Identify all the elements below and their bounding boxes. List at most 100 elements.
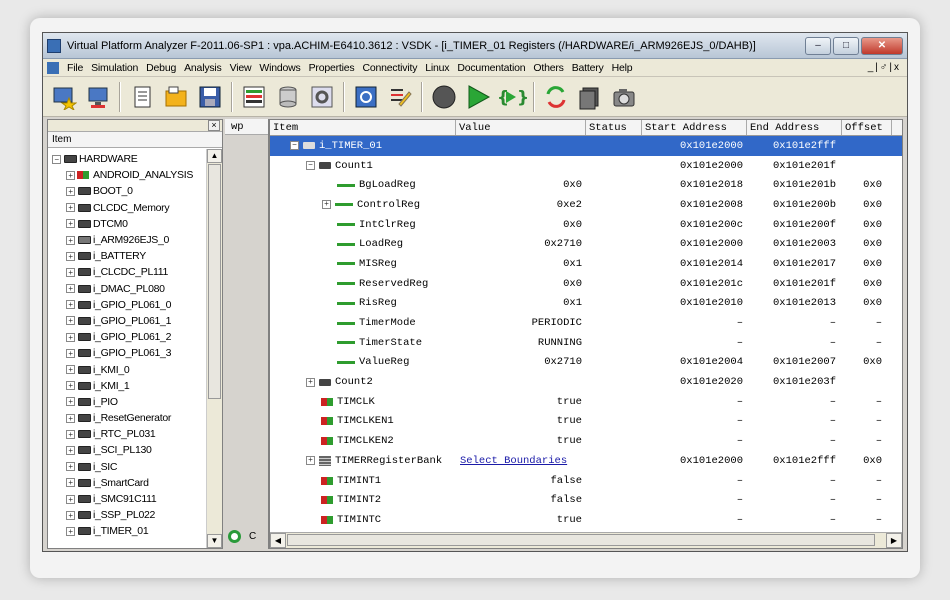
tree-scrollbar[interactable]: ▲ ▼ bbox=[206, 149, 222, 548]
table-row[interactable]: TIMINT2 false – – – bbox=[270, 490, 902, 510]
column-header-item[interactable]: Item bbox=[270, 120, 456, 135]
table-row[interactable]: − Count1 0x101e2000 0x101e201f bbox=[270, 156, 902, 176]
tree-item[interactable]: + DTCM0 bbox=[48, 216, 206, 232]
tree-item[interactable]: + i_DMAC_PL080 bbox=[48, 281, 206, 297]
tree-item[interactable]: + CLCDC_Memory bbox=[48, 200, 206, 216]
item-column-header[interactable]: Item bbox=[48, 132, 222, 148]
tree-item[interactable]: + i_PIO bbox=[48, 394, 206, 410]
menu-properties[interactable]: Properties bbox=[305, 62, 359, 74]
menu-battery[interactable]: Battery bbox=[568, 62, 608, 74]
tree-item[interactable]: + i_GPIO_PL061_0 bbox=[48, 297, 206, 313]
scroll-thumb[interactable] bbox=[208, 164, 221, 399]
expand-icon[interactable]: + bbox=[66, 251, 75, 261]
expand-icon[interactable]: + bbox=[66, 397, 75, 407]
expand-icon[interactable]: + bbox=[66, 267, 75, 277]
expand-icon[interactable]: + bbox=[66, 510, 75, 520]
table-row[interactable]: RisReg 0x1 0x101e2010 0x101e2013 0x0 bbox=[270, 294, 902, 314]
menu-others[interactable]: Others bbox=[529, 62, 567, 74]
column-header-status[interactable]: Status bbox=[586, 120, 642, 135]
favorites-icon[interactable] bbox=[49, 82, 79, 112]
expand-icon[interactable]: + bbox=[66, 478, 75, 488]
tree-item[interactable]: + i_KMI_1 bbox=[48, 378, 206, 394]
menu-connectivity[interactable]: Connectivity bbox=[358, 62, 421, 74]
expand-icon[interactable]: + bbox=[66, 365, 75, 375]
scroll-left-arrow[interactable]: ◀ bbox=[270, 533, 286, 548]
column-header-end-address[interactable]: End Address bbox=[747, 120, 842, 135]
expand-icon[interactable]: + bbox=[66, 445, 75, 455]
layers-icon[interactable] bbox=[575, 82, 605, 112]
status-ring-icon[interactable] bbox=[228, 530, 241, 543]
expand-icon[interactable]: + bbox=[66, 348, 75, 358]
menu-linux[interactable]: Linux bbox=[421, 62, 453, 74]
column-header-offset[interactable]: Offset bbox=[842, 120, 892, 135]
table-row[interactable]: TIMINTC true – – – bbox=[270, 510, 902, 530]
menu-documentation[interactable]: Documentation bbox=[453, 62, 529, 74]
open-folder-icon[interactable] bbox=[161, 82, 191, 112]
menu-file[interactable]: File bbox=[63, 62, 87, 74]
layout-icon[interactable] bbox=[239, 82, 269, 112]
tree-item[interactable]: + i_GPIO_PL061_2 bbox=[48, 329, 206, 345]
tree-item[interactable]: + i_SSP_PL022 bbox=[48, 507, 206, 523]
network-icon[interactable] bbox=[83, 82, 113, 112]
expand-icon[interactable]: + bbox=[306, 456, 315, 466]
table-row[interactable]: BgLoadReg 0x0 0x101e2018 0x101e201b 0x0 bbox=[270, 175, 902, 195]
table-row[interactable]: IntClrReg 0x0 0x101e200c 0x101e200f 0x0 bbox=[270, 215, 902, 235]
expand-icon[interactable]: + bbox=[66, 494, 75, 504]
minimize-button[interactable]: – bbox=[805, 36, 831, 55]
menu-analysis[interactable]: Analysis bbox=[180, 62, 226, 74]
sync-icon[interactable] bbox=[541, 82, 571, 112]
database-icon[interactable] bbox=[273, 82, 303, 112]
table-row[interactable]: + TIMERRegisterBank Select Boundaries 0x101… bbox=[270, 451, 902, 471]
expand-icon[interactable]: + bbox=[306, 377, 315, 387]
menu-debug[interactable]: Debug bbox=[142, 62, 180, 74]
expand-icon[interactable]: + bbox=[66, 235, 75, 245]
expand-icon[interactable]: + bbox=[66, 413, 75, 423]
tree-item[interactable]: + i_SCI_PL130 bbox=[48, 442, 206, 458]
expand-icon[interactable]: + bbox=[66, 332, 75, 342]
tree-item[interactable]: + BOOT_0 bbox=[48, 183, 206, 199]
menu-view[interactable]: View bbox=[226, 62, 256, 74]
document-menu-icon[interactable] bbox=[47, 61, 59, 74]
close-panel-button[interactable]: × bbox=[208, 120, 220, 131]
tree-item[interactable]: + i_CLCDC_PL111 bbox=[48, 264, 206, 280]
table-row[interactable]: − i_TIMER_01 0x101e2000 0x101e2fff bbox=[270, 136, 902, 156]
table-row[interactable]: TIMCLK true – – – bbox=[270, 392, 902, 412]
tree-item[interactable]: + i_ResetGenerator bbox=[48, 410, 206, 426]
expand-icon[interactable]: + bbox=[66, 429, 75, 439]
collapse-icon[interactable]: − bbox=[306, 161, 315, 171]
tree-item[interactable]: + i_SmartCard bbox=[48, 475, 206, 491]
scroll-up-arrow[interactable]: ▲ bbox=[207, 149, 222, 163]
scroll-down-arrow[interactable]: ▼ bbox=[207, 534, 222, 548]
tree-item[interactable]: − HARDWARE bbox=[48, 151, 206, 167]
expand-icon[interactable]: + bbox=[66, 526, 75, 536]
table-row[interactable]: MISReg 0x1 0x101e2014 0x101e2017 0x0 bbox=[270, 254, 902, 274]
select-boundaries-link[interactable]: Select Boundaries bbox=[456, 455, 586, 467]
column-header-value[interactable]: Value bbox=[456, 120, 586, 135]
expand-icon[interactable]: + bbox=[322, 200, 331, 210]
settings-icon[interactable] bbox=[307, 82, 337, 112]
refresh-icon[interactable] bbox=[351, 82, 381, 112]
hscroll-thumb[interactable] bbox=[287, 534, 875, 546]
tree-item[interactable]: + i_SMC91C111 bbox=[48, 491, 206, 507]
expand-icon[interactable]: + bbox=[66, 186, 75, 196]
tree-item[interactable]: + i_TIMER_01 bbox=[48, 523, 206, 539]
table-row[interactable]: TimerMode PERIODIC – – – bbox=[270, 313, 902, 333]
collapse-icon[interactable]: − bbox=[52, 154, 61, 164]
tree-item[interactable]: + i_GPIO_PL061_3 bbox=[48, 345, 206, 361]
expand-icon[interactable]: + bbox=[66, 381, 75, 391]
column-header-start-address[interactable]: Start Address bbox=[642, 120, 747, 135]
expand-icon[interactable]: + bbox=[66, 284, 75, 294]
wp-column-header[interactable]: wp bbox=[225, 119, 268, 135]
menu-simulation[interactable]: Simulation bbox=[87, 62, 142, 74]
close-button[interactable]: ✕ bbox=[861, 36, 903, 55]
save-icon[interactable] bbox=[195, 82, 225, 112]
table-row[interactable]: ReservedReg 0x0 0x101e201c 0x101e201f 0x0 bbox=[270, 274, 902, 294]
play-icon[interactable] bbox=[463, 82, 493, 112]
expand-icon[interactable]: + bbox=[66, 203, 75, 213]
collapse-icon[interactable]: − bbox=[290, 141, 299, 151]
maximize-button[interactable]: □ bbox=[833, 36, 859, 55]
grid-hscrollbar[interactable]: ◀ ▶ bbox=[270, 532, 902, 548]
expand-icon[interactable]: + bbox=[66, 462, 75, 472]
table-row[interactable]: + ControlReg 0xe2 0x101e2008 0x101e200b 0x0 bbox=[270, 195, 902, 215]
tree-item[interactable]: + i_SIC bbox=[48, 459, 206, 475]
